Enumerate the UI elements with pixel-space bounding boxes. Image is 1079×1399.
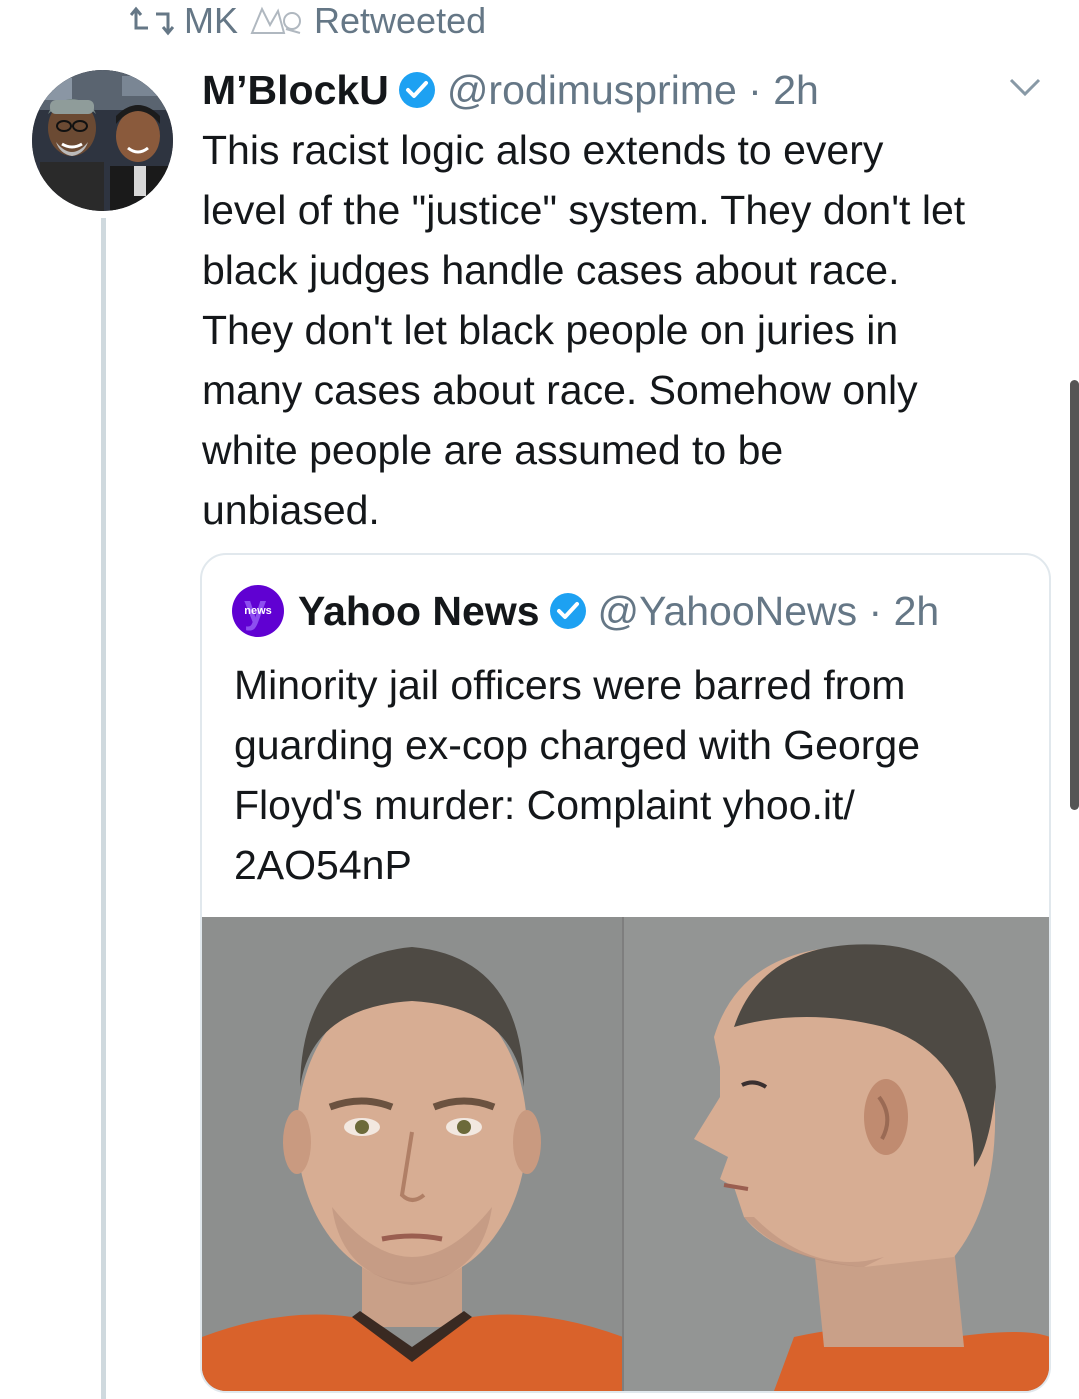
retweeted-label: Retweeted [314,0,487,41]
tweet-text-line: white people are assumed to be [202,427,784,473]
retweet-context: MK Retweeted [130,0,486,42]
display-name[interactable]: M’BlockU [202,67,389,114]
quoted-text-line: Minority jail officers were barred from [234,662,906,708]
quoted-text-line: Floyd's murder: Complaint yhoo.it/ [234,782,855,828]
quoted-tweet-card[interactable]: y news Yahoo News @YahooNews · 2h Minori… [200,553,1051,1393]
tweet-text-line: black judges handle cases about race. [202,247,900,293]
quoted-tweet-header: y news Yahoo News @YahooNews · 2h [232,585,939,637]
tweet-text-line: unbiased. [202,487,380,533]
retweeter-name[interactable]: MK [184,0,238,42]
tweet-text-line: level of the "justice" system. They don'… [202,187,966,233]
mugshot-profile-image[interactable] [622,917,1049,1391]
tweet-text-line: many cases about race. Somehow only [202,367,918,413]
quoted-media[interactable] [202,917,1049,1391]
avatar[interactable] [32,70,173,211]
chevron-down-icon[interactable] [1008,76,1071,103]
yahoo-news-logo-icon[interactable]: y news [232,585,284,637]
mugshot-front-image[interactable] [202,917,622,1391]
logo-text: news [244,605,272,617]
verified-badge-icon [397,70,437,110]
quoted-tweet-text: Minority jail officers were barred from … [234,655,1024,895]
thread-line [101,218,106,1399]
handle-and-time[interactable]: @rodimusprime · 2h [447,67,819,114]
quoted-text-line: guarding ex-cop charged with George [234,722,921,768]
quoted-text-line: 2AO54nP [234,842,412,888]
retweet-icon [130,6,174,36]
tweet-text-line: They don't let black people on juries in [202,307,899,353]
scrollbar[interactable] [1070,380,1079,810]
tweet-text: This racist logic also extends to every … [202,120,1062,540]
tweet-text-line: This racist logic also extends to every [202,127,884,173]
quoted-display-name[interactable]: Yahoo News [298,588,540,635]
retweeter-emoji-icon [248,3,304,39]
tweet-header: M’BlockU @rodimusprime · 2h [202,64,1049,116]
quoted-handle-and-time[interactable]: @YahooNews · 2h [598,588,940,635]
verified-badge-icon [548,591,588,631]
